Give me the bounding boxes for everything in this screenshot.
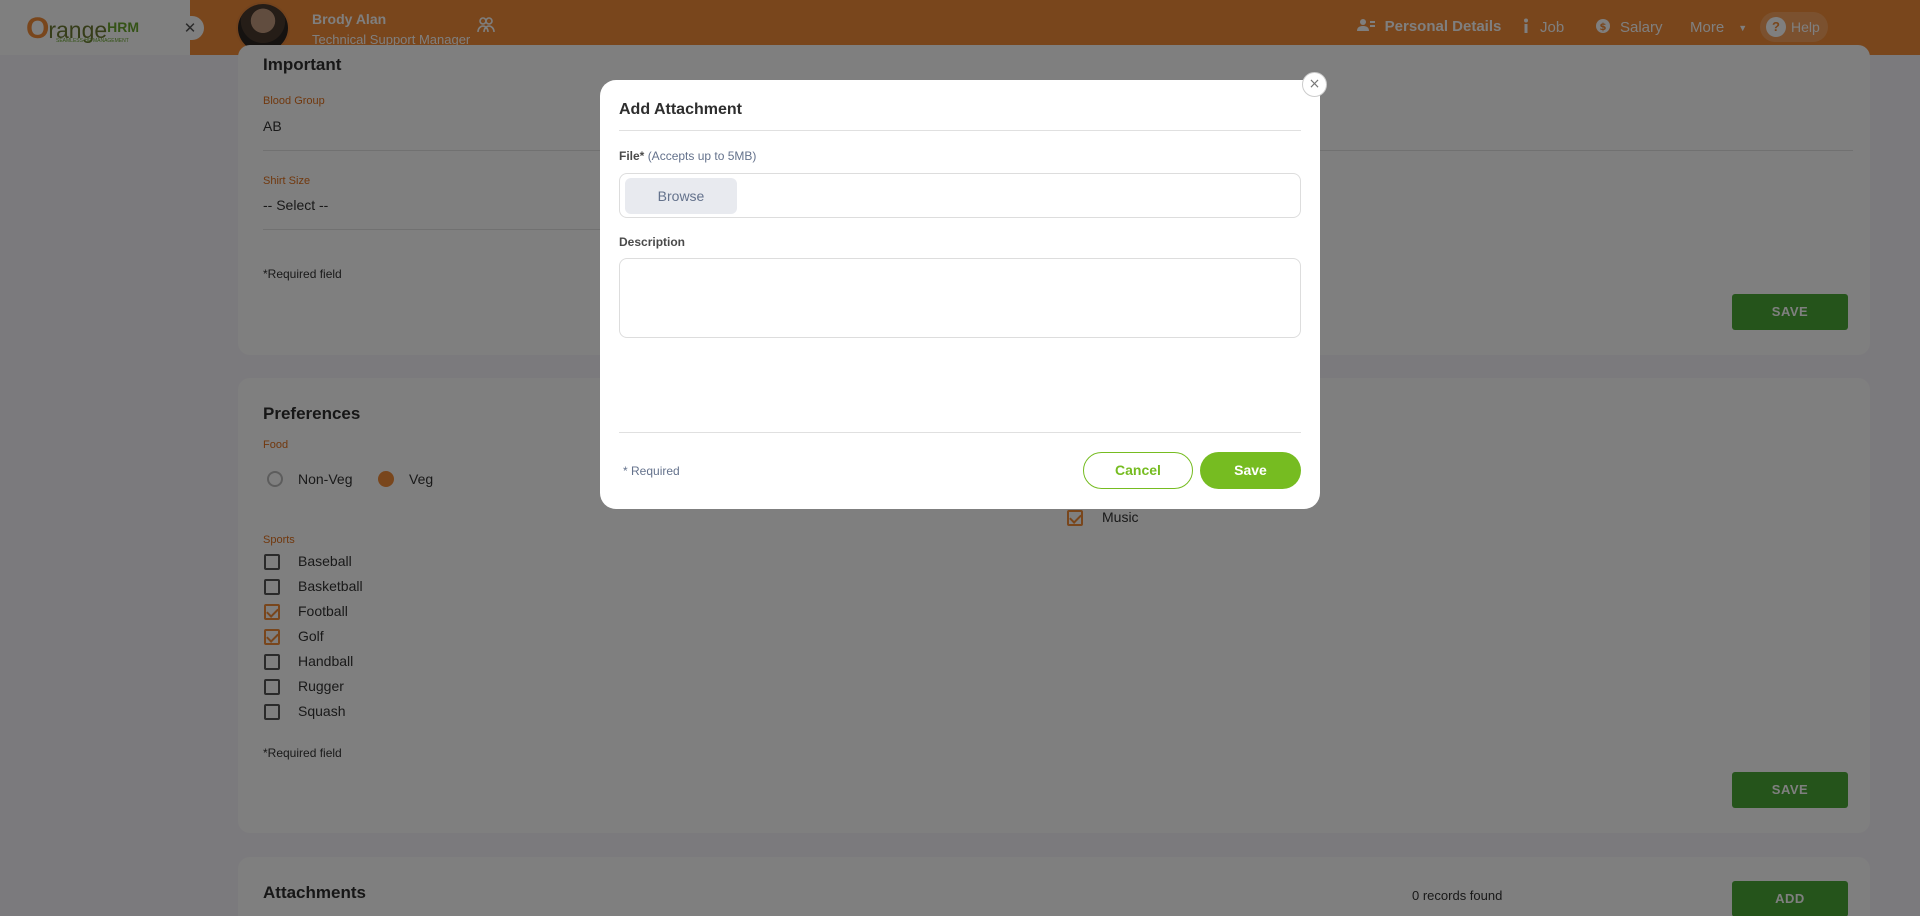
file-label: File* (Accepts up to 5MB) — [619, 149, 756, 163]
footer-divider — [619, 432, 1301, 433]
browse-button[interactable]: Browse — [625, 178, 737, 214]
dialog-title: Add Attachment — [619, 101, 742, 118]
save-button[interactable]: Save — [1200, 452, 1301, 489]
dialog-close-icon[interactable]: × — [1302, 72, 1327, 97]
add-attachment-dialog: Add Attachment File* (Accepts up to 5MB)… — [600, 80, 1320, 509]
cancel-button[interactable]: Cancel — [1083, 452, 1193, 489]
file-size-hint: (Accepts up to 5MB) — [647, 149, 757, 163]
description-textarea[interactable] — [619, 258, 1301, 338]
title-divider — [619, 130, 1301, 131]
file-label-text: File* — [619, 149, 645, 163]
file-input[interactable]: Browse — [619, 173, 1301, 218]
description-label: Description — [619, 235, 686, 249]
required-note: * Required — [623, 464, 680, 478]
